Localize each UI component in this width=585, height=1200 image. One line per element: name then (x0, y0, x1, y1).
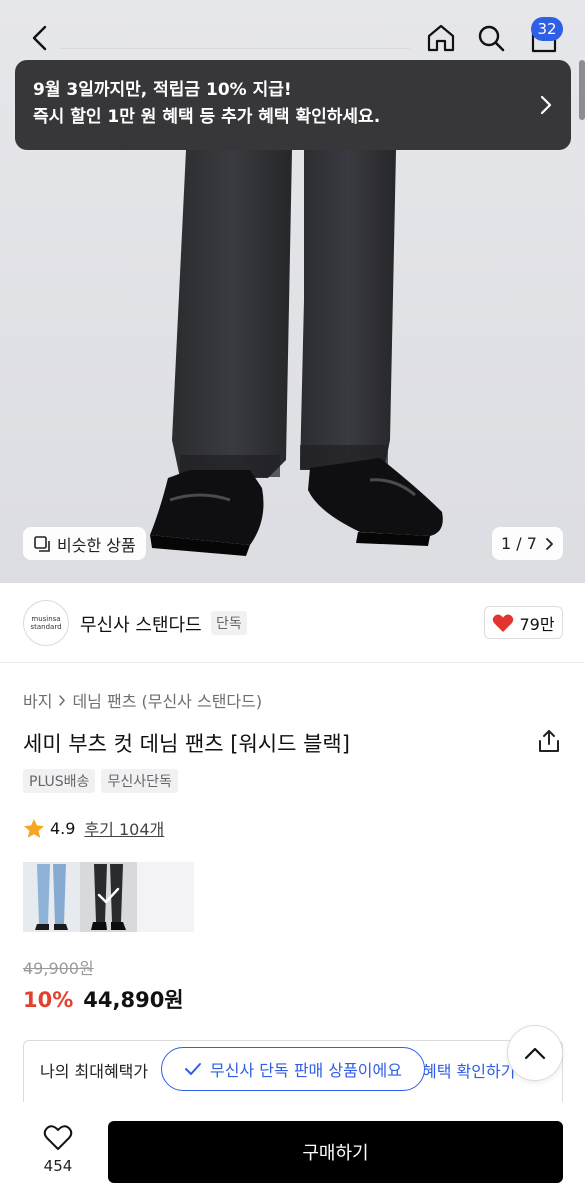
chevron-up-icon (524, 1047, 546, 1060)
brand-like-count: 79만 (519, 614, 555, 634)
heart-outline-icon (43, 1125, 73, 1150)
review-count-link[interactable]: 후기 104개 (84, 816, 164, 840)
scroll-to-top-button[interactable] (507, 1025, 563, 1081)
home-button[interactable] (421, 18, 461, 58)
chevron-right-icon (540, 95, 552, 115)
brand-like-button[interactable]: 79만 (484, 606, 563, 639)
variant-light-blue[interactable] (23, 862, 80, 932)
back-button[interactable] (20, 18, 60, 58)
color-variants (23, 862, 194, 932)
heart-filled-icon (493, 614, 514, 632)
chevron-right-icon (546, 537, 553, 550)
copy-icon (34, 535, 50, 552)
search-underline (60, 48, 410, 49)
exclusive-badge: 단독 (211, 611, 247, 635)
variant-placeholder (137, 862, 194, 932)
rating[interactable]: 4.9 후기 104개 (23, 816, 164, 840)
cart-count-badge: 32 (531, 17, 563, 41)
product-title: 세미 부츠 컷 데님 팬츠 [워시드 블랙] (23, 732, 350, 756)
variant-washed-black-image (91, 864, 126, 930)
brand-logo-text-1: musinsa (31, 615, 61, 623)
buy-button[interactable]: 구매하기 (108, 1121, 563, 1183)
check-icon (185, 1063, 202, 1075)
similar-products-button[interactable]: 비슷한 상품 (23, 527, 146, 560)
share-icon (539, 730, 559, 752)
promo-banner-line1: 9월 3일까지만, 적립금 10% 지급! (33, 80, 292, 100)
breadcrumb: 바지 데님 팬츠 (무신사 스탠다드) (23, 688, 262, 712)
promo-banner[interactable]: 9월 3일까지만, 적립금 10% 지급! 즉시 할인 1만 원 혜택 등 추가… (15, 60, 571, 150)
search-icon (478, 25, 505, 52)
search-button[interactable] (471, 18, 511, 58)
price-row: 10% 44,890원 (23, 984, 184, 1014)
brand-logo[interactable]: musinsa standard (23, 600, 69, 646)
page-indicator-text: 1 / 7 (501, 534, 537, 553)
breadcrumb-item[interactable]: 데님 팬츠 (무신사 스탠다드) (72, 688, 262, 712)
chevron-right-icon (59, 694, 66, 706)
similar-products-label: 비슷한 상품 (57, 535, 136, 555)
variant-light-blue-image (35, 864, 68, 930)
rating-score: 4.9 (50, 818, 76, 838)
promo-banner-line2: 즉시 할인 1만 원 혜택 등 추가 혜택 확인하세요. (33, 107, 381, 127)
exclusive-toast-text: 무신사 단독 판매 상품이에요 (210, 1061, 402, 1080)
home-icon (427, 24, 455, 52)
original-price: 49,900원 (23, 959, 94, 978)
exclusive-toast: 무신사 단독 판매 상품이에요 (161, 1047, 425, 1091)
image-page-indicator[interactable]: 1 / 7 (492, 527, 563, 560)
product-image-gallery[interactable]: 32 9월 3일까지만, 적립금 10% 지급! 즉시 할인 1만 원 혜택 등… (0, 0, 585, 583)
tag-musinsa-exclusive: 무신사단독 (101, 769, 178, 793)
max-benefit-label: 나의 최대혜택가 (40, 1062, 149, 1081)
wishlist-count: 454 (43, 1157, 73, 1175)
variant-washed-black-selected[interactable] (80, 862, 137, 932)
discount-rate: 10% (23, 988, 74, 1012)
breadcrumb-item[interactable]: 바지 (23, 688, 52, 712)
brand-name[interactable]: 무신사 스탠다드 (80, 611, 202, 637)
star-icon (24, 818, 44, 838)
benefit-check-link[interactable]: 혜택 확인하기 (422, 1058, 522, 1082)
sale-price: 44,890원 (83, 988, 184, 1012)
tag-plus-delivery: PLUS배송 (23, 769, 96, 793)
share-button[interactable] (536, 728, 562, 754)
product-tags: PLUS배송 무신사단독 (23, 769, 178, 793)
chevron-left-icon (32, 25, 47, 51)
scrollbar[interactable] (579, 60, 585, 120)
wishlist-button[interactable]: 454 (33, 1124, 83, 1175)
brand-logo-text-2: standard (30, 623, 62, 631)
